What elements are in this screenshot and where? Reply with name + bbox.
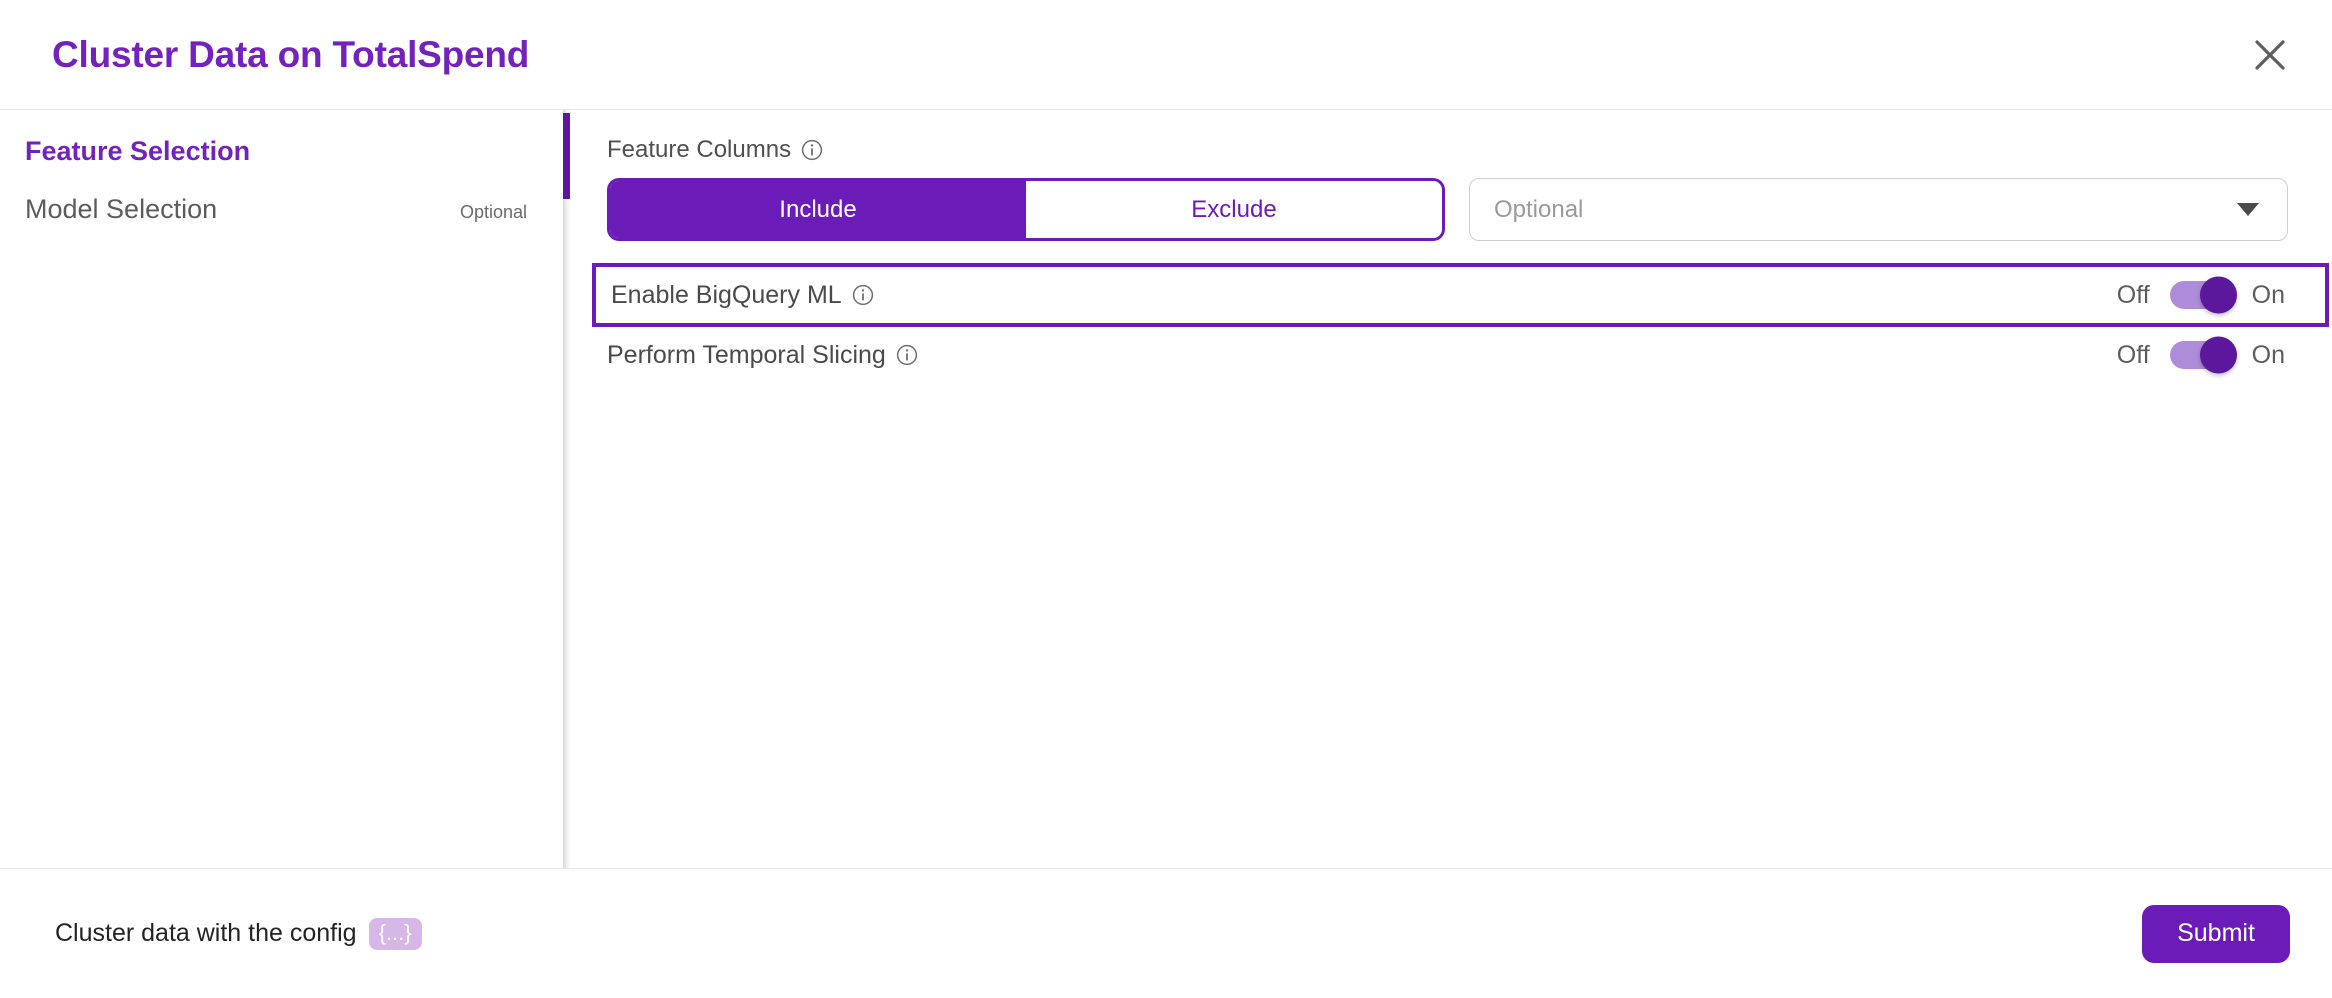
info-icon[interactable] [852, 284, 874, 306]
perform-temporal-slicing-label-group: Perform Temporal Slicing [607, 341, 918, 370]
feature-columns-label-row: Feature Columns [607, 136, 2332, 164]
info-icon[interactable] [896, 344, 918, 366]
modal-footer: Cluster data with the config {...} Submi… [0, 868, 2332, 998]
perform-temporal-slicing-toggle-group: Off On [2116, 336, 2285, 374]
config-badge[interactable]: {...} [368, 917, 422, 950]
feature-columns-controls: Include Exclude Optional [607, 178, 2332, 241]
step-sidebar: Feature Selection Model Selection Option… [0, 110, 563, 868]
enable-bigquery-ml-label-group: Enable BigQuery ML [611, 281, 874, 310]
step-content-panel: Feature Columns Include Exclude Optional [563, 110, 2332, 868]
sidebar-item-model-selection[interactable]: Model Selection Optional [0, 194, 563, 252]
close-button[interactable] [2244, 29, 2296, 81]
enable-bigquery-ml-toggle-group: Off On [2116, 276, 2285, 314]
sidebar-item-label: Model Selection [25, 194, 218, 224]
feature-columns-select-value: Optional [1494, 195, 1584, 223]
cluster-data-modal: Cluster Data on TotalSpend Feature Selec… [0, 0, 2332, 998]
perform-temporal-slicing-label: Perform Temporal Slicing [607, 340, 886, 369]
close-icon [2253, 38, 2287, 72]
exclude-button[interactable]: Exclude [1026, 181, 1442, 238]
enable-bigquery-ml-label: Enable BigQuery ML [611, 280, 842, 309]
toggle-on-label: On [2251, 280, 2285, 309]
footer-description: Cluster data with the config {...} [55, 917, 422, 950]
sidebar-item-badge: Optional [459, 202, 527, 222]
info-icon[interactable] [801, 139, 823, 161]
toggle-knob [2199, 276, 2237, 314]
enable-bigquery-ml-row: Enable BigQuery ML Off On [592, 263, 2329, 327]
perform-temporal-slicing-toggle[interactable] [2169, 336, 2237, 374]
sidebar-item-label: Feature Selection [25, 136, 251, 166]
sidebar-divider [563, 110, 570, 868]
modal-body: Feature Selection Model Selection Option… [0, 110, 2332, 868]
toggle-off-label: Off [2116, 340, 2150, 369]
submit-button[interactable]: Submit [2142, 904, 2290, 963]
toggle-off-label: Off [2116, 280, 2150, 309]
toggle-settings-list: Enable BigQuery ML Off On Perform Tempor… [592, 263, 2332, 383]
chevron-down-icon [2237, 203, 2259, 216]
toggle-on-label: On [2251, 340, 2285, 369]
include-button[interactable]: Include [610, 181, 1026, 238]
sidebar-item-feature-selection[interactable]: Feature Selection [0, 136, 563, 194]
include-exclude-segmented-control: Include Exclude [607, 178, 1445, 241]
feature-columns-label: Feature Columns [607, 136, 792, 163]
active-step-indicator [563, 113, 570, 199]
perform-temporal-slicing-row: Perform Temporal Slicing Off On [607, 327, 2329, 383]
modal-header: Cluster Data on TotalSpend [0, 0, 2332, 110]
footer-description-text: Cluster data with the config [55, 919, 357, 947]
toggle-knob [2199, 336, 2237, 374]
feature-columns-select[interactable]: Optional [1469, 178, 2288, 241]
enable-bigquery-ml-toggle[interactable] [2169, 276, 2237, 314]
page-title: Cluster Data on TotalSpend [52, 33, 530, 75]
